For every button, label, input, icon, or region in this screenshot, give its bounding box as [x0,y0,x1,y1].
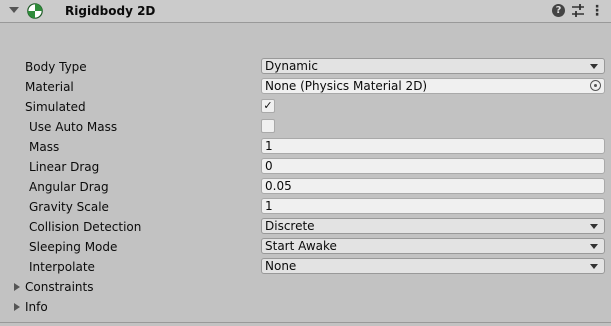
material-object-field[interactable]: None (Physics Material 2D) [261,78,605,94]
body-type-label: Body Type [25,60,87,74]
info-foldout[interactable]: Info [0,297,611,317]
material-value: None (Physics Material 2D) [265,79,428,93]
foldout-arrow-icon[interactable] [14,303,20,311]
material-label: Material [25,80,74,94]
interpolate-dropdown[interactable]: None [261,258,605,274]
simulated-label: Simulated [25,100,86,114]
simulated-checkbox[interactable]: ✓ [261,99,275,113]
interpolate-row: Interpolate None [0,257,611,277]
body-type-value: Dynamic [265,59,318,73]
interpolate-value: None [265,259,297,273]
angular-drag-label: Angular Drag [29,180,109,194]
interpolate-label: Interpolate [29,260,95,274]
body-type-dropdown[interactable]: Dynamic [261,58,605,74]
info-label[interactable]: Info [25,300,48,314]
sleeping-mode-value: Start Awake [265,239,337,253]
collapse-arrow-icon[interactable] [9,7,19,13]
component-divider [0,322,611,323]
collision-detection-label: Collision Detection [29,220,142,234]
linear-drag-label: Linear Drag [29,160,100,174]
use-auto-mass-checkbox[interactable] [261,119,275,133]
material-row: Material None (Physics Material 2D) [0,77,611,97]
body-type-row: Body Type Dynamic [0,57,611,77]
dropdown-arrow-icon [590,244,598,249]
use-auto-mass-label: Use Auto Mass [29,120,118,134]
linear-drag-row: Linear Drag 0 [0,157,611,177]
sleeping-mode-label: Sleeping Mode [29,240,118,254]
collision-detection-dropdown[interactable]: Discrete [261,218,605,234]
gravity-scale-row: Gravity Scale 1 [0,197,611,217]
component-title: Rigidbody 2D [65,4,156,18]
mass-input[interactable]: 1 [261,138,605,154]
collision-detection-row: Collision Detection Discrete [0,217,611,237]
collision-detection-value: Discrete [265,219,315,233]
angular-drag-input[interactable]: 0.05 [261,178,605,194]
linear-drag-input[interactable]: 0 [261,158,605,174]
use-auto-mass-row: Use Auto Mass [0,117,611,137]
gravity-scale-input[interactable]: 1 [261,198,605,214]
simulated-row: Simulated ✓ [0,97,611,117]
dropdown-arrow-icon [590,264,598,269]
sleeping-mode-dropdown[interactable]: Start Awake [261,238,605,254]
constraints-label[interactable]: Constraints [25,280,93,294]
foldout-arrow-icon[interactable] [14,283,20,291]
constraints-foldout[interactable]: Constraints [0,277,611,297]
angular-drag-row: Angular Drag 0.05 [0,177,611,197]
mass-row: Mass 1 [0,137,611,157]
object-picker-icon[interactable] [590,80,601,91]
mass-label: Mass [29,140,60,154]
rigidbody-2d-icon [27,3,43,19]
dropdown-arrow-icon [590,224,598,229]
component-header[interactable]: Rigidbody 2D ? ⋮ [0,0,611,23]
help-icon[interactable]: ? [552,4,565,17]
gravity-scale-label: Gravity Scale [29,200,109,214]
dropdown-arrow-icon [590,64,598,69]
context-menu-icon[interactable]: ⋮ [590,2,604,20]
sleeping-mode-row: Sleeping Mode Start Awake [0,237,611,257]
presets-icon[interactable] [571,3,585,19]
